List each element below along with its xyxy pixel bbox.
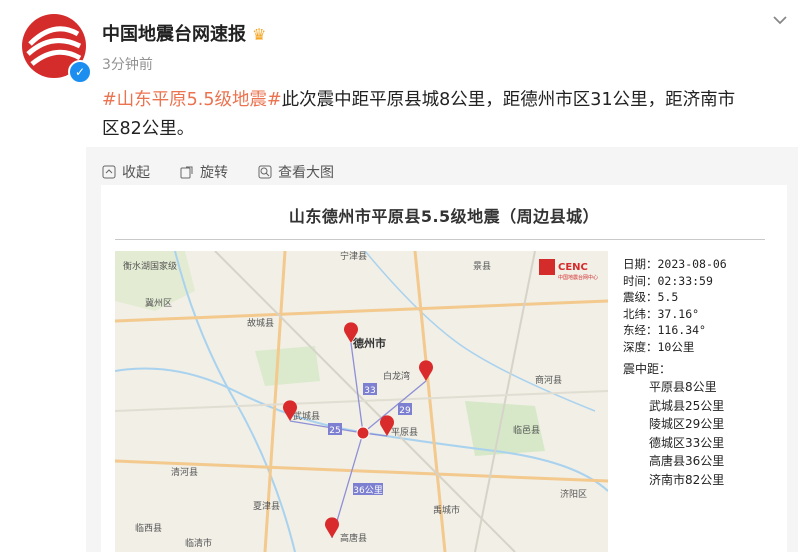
svg-text:33: 33 [364,386,375,396]
collapse-icon [102,165,116,179]
map-label: 平原县 [391,427,418,438]
map-label: 景县 [473,261,491,272]
quake-info: 日期：2023-08-06 时间：02:33:59 震级：5.5 北纬：37.1… [623,257,727,354]
distance-item: 济南市82公里 [649,472,725,487]
map-title: 山东德州市平原县5.5级地震（周边县城） [288,207,600,226]
view-large-button[interactable]: 查看大图 [258,162,334,182]
svg-text:29: 29 [399,406,411,416]
map-label: 衡水湖国家级 [123,260,177,272]
distance-badge: 29 [398,403,412,416]
distance-item: 德城区33公里 [649,435,725,450]
park-area [255,346,320,386]
map-label: 济阳区 [560,488,587,500]
map-label: 宁津县 [340,251,367,262]
pin-icon [419,360,434,381]
map-label: 禹城市 [433,504,460,516]
chevron-down-icon[interactable] [770,10,790,30]
map-area: 33 29 25 36公里 衡水湖国家级 冀州区 宁津县 故城县 景县 德州市 … [115,251,608,552]
map-label: 德州市 [352,336,386,350]
post-text: #山东平原5.5级地震#此次震中距平原县城8公里，距德州市区31公里，距济南市 … [102,90,736,139]
map-label: 商河县 [535,374,562,386]
author-name[interactable]: 中国地震台网速报 ♛ [102,20,266,46]
zoom-icon [258,165,272,179]
map-label: 高唐县 [340,532,367,544]
map-label: 临清市 [185,537,212,549]
svg-text:CENC: CENC [558,262,588,273]
map-label: 临西县 [135,522,162,534]
map-label: 清河县 [171,466,198,478]
media-actions: 收起 旋转 查看大图 [102,162,334,182]
road [115,299,608,323]
rotate-button[interactable]: 旋转 [180,162,228,182]
title-divider [115,239,765,240]
map-label: 故城县 [247,317,274,329]
map-label: 临邑县 [513,424,540,436]
distance-item: 平原县8公里 [649,380,717,394]
distance-item: 武城县25公里 [649,398,725,413]
crown-icon: ♛ [252,25,267,44]
svg-text:25: 25 [329,426,340,436]
epicenter-icon [356,426,370,440]
svg-text:36公里: 36公里 [353,485,382,496]
distance-badge: 33 [363,383,377,396]
distance-badge: 36公里 [353,483,383,496]
distance-list: 平原县8公里 武城县25公里 陵城区29公里 德城区33公里 高唐县36公里 济… [649,378,724,489]
hashtag-link[interactable]: #山东平原5.5级地震# [102,90,282,110]
distance-item: 高唐县36公里 [649,454,725,468]
map-label: 夏津县 [253,501,280,512]
rotate-icon [180,166,193,179]
pin-icon [325,517,339,538]
verified-badge-icon: ✓ [68,60,92,84]
post-time[interactable]: 3分钟前 [102,54,153,74]
map-label: 白龙湾 [383,370,410,382]
collapse-button[interactable]: 收起 [102,162,150,182]
map-svg: 33 29 25 36公里 衡水湖国家级 冀州区 宁津县 故城县 景县 德州市 … [115,251,608,552]
distance-item: 陵城区29公里 [649,417,725,431]
map-label: 武城县 [293,410,320,422]
svg-text:中国地震台网中心: 中国地震台网中心 [558,274,598,281]
earthquake-map-image[interactable]: 山东德州市平原县5.5级地震（周边县城） 33 29 25 36公里 衡水湖国家… [101,185,787,552]
railway [474,251,536,552]
map-label: 冀州区 [145,297,172,309]
distance-label: 震中距： [623,362,672,376]
cenc-map-logo: CENC 中国地震台网中心 [539,259,598,281]
distance-badge: 25 [328,423,342,436]
